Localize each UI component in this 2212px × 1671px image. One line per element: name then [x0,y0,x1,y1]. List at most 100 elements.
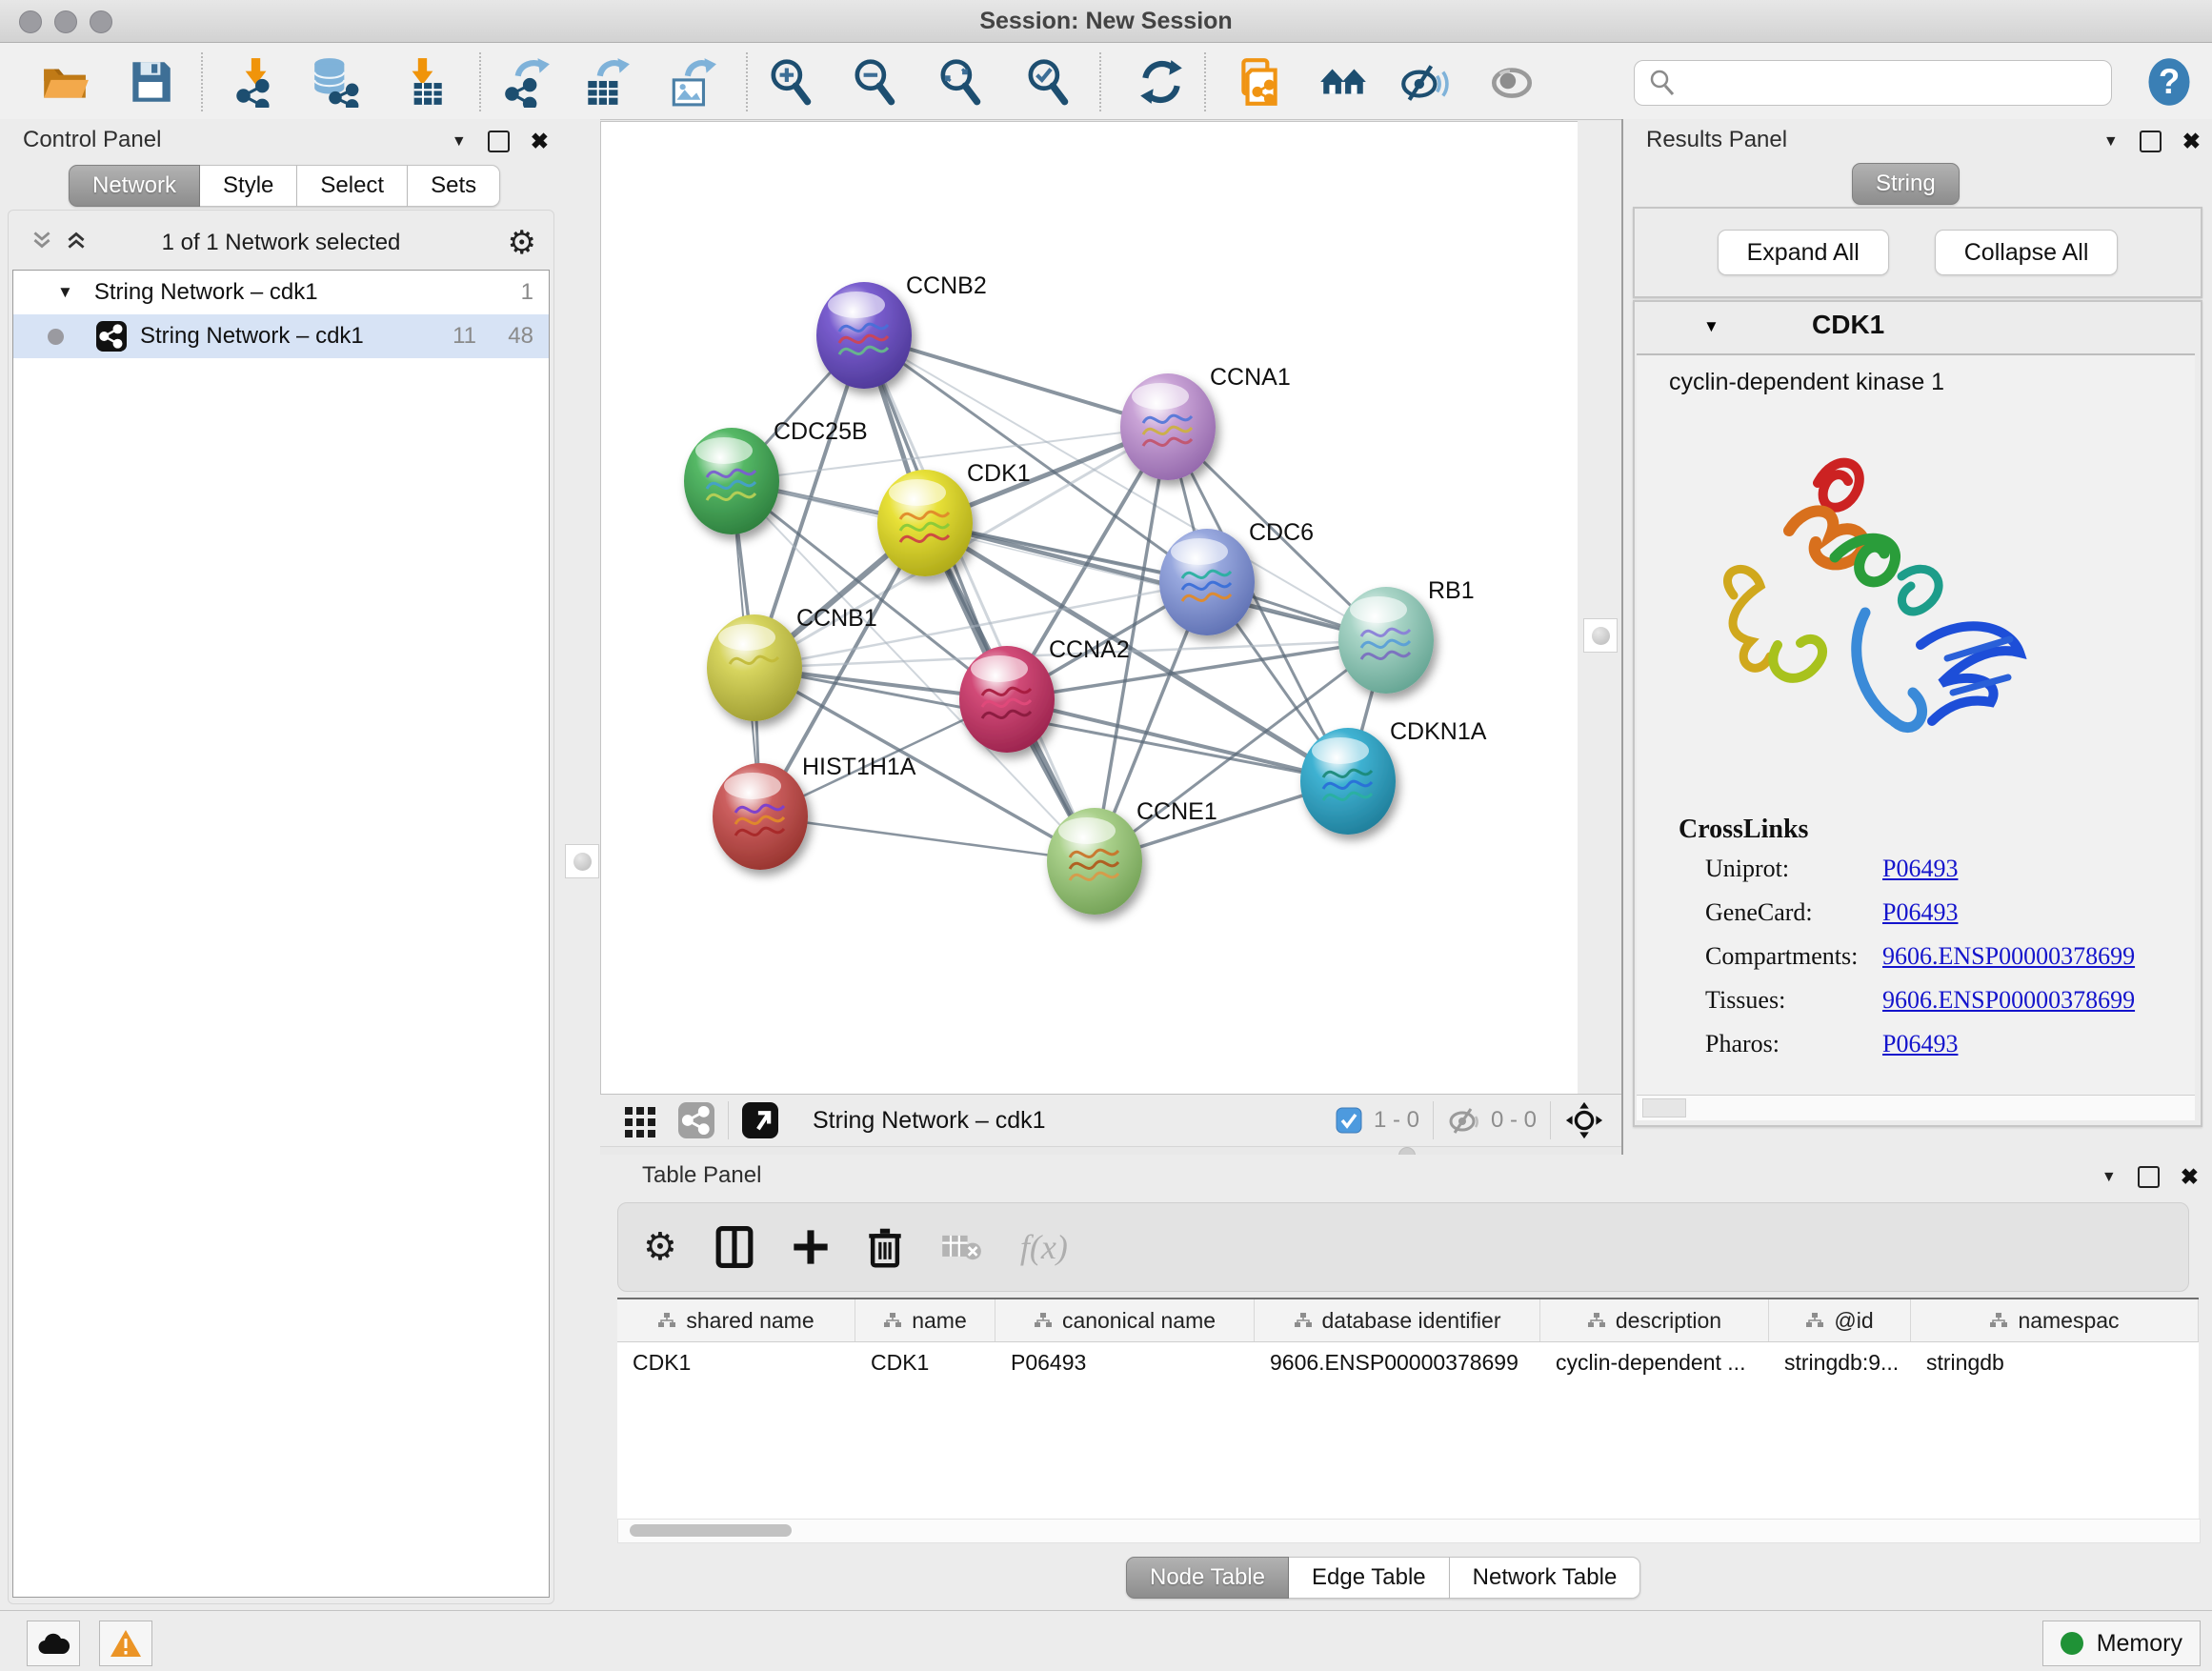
zoom-selected-button[interactable] [1020,54,1076,110]
network-share-icon-gray[interactable] [678,1102,714,1138]
birds-eye-grid-icon[interactable] [623,1103,657,1137]
zoom-in-button[interactable] [763,54,818,110]
network-node-ccna2[interactable] [959,646,1055,753]
glass-effect-button[interactable] [1396,54,1451,110]
crosslink-link[interactable]: 9606.ENSP00000378699 [1882,942,2135,971]
save-session-button[interactable] [123,54,178,110]
column-header-shared-name[interactable]: shared name [617,1299,855,1341]
add-column-plus-icon[interactable] [792,1228,830,1266]
fit-content-crosshair-icon[interactable] [1564,1100,1604,1140]
table-cell[interactable]: cyclin-dependent ... [1540,1342,1769,1382]
open-file-button[interactable] [37,54,92,110]
string-network-graph[interactable]: CCNB2CCNA1CDC25BCDK1CDC6RB1CCNB1CCNA2CDK… [601,122,1578,1095]
column-header-description[interactable]: description [1540,1299,1769,1341]
column-header--id[interactable]: @id [1769,1299,1911,1341]
status-bar: Memory [0,1610,2212,1671]
column-header-canonical-name[interactable]: canonical name [995,1299,1255,1341]
search-input[interactable] [1684,65,2098,99]
tab-style[interactable]: Style [200,165,297,207]
results-scroll-thumb[interactable] [1642,1098,1686,1117]
network-edge[interactable] [760,816,1095,861]
panel-close-icon[interactable]: ✖ [2182,129,2201,154]
table-cell[interactable]: stringdb [1911,1342,2199,1382]
tab-edge-table[interactable]: Edge Table [1289,1557,1450,1599]
column-header-namespac[interactable]: namespac [1911,1299,2199,1341]
panel-menu-icon[interactable]: ▼ [452,133,467,151]
network-node-cdkn1a[interactable] [1300,728,1396,835]
show-columns-icon[interactable] [715,1226,754,1268]
network-node-ccnb1[interactable] [707,614,802,721]
open-in-window-icon[interactable] [742,1102,778,1138]
show-graphics-button[interactable] [1484,54,1539,110]
tab-node-table[interactable]: Node Table [1126,1557,1289,1599]
network-tree-root-row[interactable]: ▼ String Network – cdk1 1 [13,271,549,314]
panel-float-icon[interactable] [488,131,510,152]
memory-button[interactable]: Memory [2042,1621,2201,1666]
column-header-name[interactable]: name [855,1299,995,1341]
import-table-button[interactable] [395,54,451,110]
export-table-button[interactable] [578,54,633,110]
string-home-button[interactable] [1316,54,1371,110]
panel-menu-icon[interactable]: ▼ [2101,1169,2117,1186]
network-node-ccna1[interactable] [1120,373,1216,480]
gear-icon[interactable]: ⚙ [508,224,536,262]
tab-sets[interactable]: Sets [408,165,500,207]
crosslink-link[interactable]: P06493 [1882,855,1958,883]
network-tree-child-row[interactable]: String Network – cdk1 11 48 [13,314,549,358]
network-node-ccnb2[interactable] [816,282,912,389]
panel-float-icon[interactable] [2138,1166,2160,1188]
column-header-database-identifier[interactable]: database identifier [1255,1299,1540,1341]
table-horizontal-scrollbar[interactable] [617,1519,2201,1543]
expand-all-button[interactable]: Expand All [1718,230,1889,275]
crosslink-link[interactable]: 9606.ENSP00000378699 [1882,986,2135,1015]
table-cell[interactable]: P06493 [995,1342,1255,1382]
zoom-out-button[interactable] [847,54,902,110]
export-network-button[interactable] [498,54,553,110]
crosslink-link[interactable]: P06493 [1882,1030,1958,1058]
panel-menu-icon[interactable]: ▼ [2103,133,2119,151]
network-node-ccne1[interactable] [1047,808,1142,915]
right-splitter[interactable] [1578,121,1621,1094]
network-edge[interactable] [1007,699,1348,781]
selected-checkbox-icon[interactable] [1336,1107,1362,1134]
table-row[interactable]: CDK1CDK1P064939606.ENSP00000378699cyclin… [617,1342,2199,1382]
table-cell[interactable]: CDK1 [617,1342,855,1382]
import-network-button[interactable] [228,54,283,110]
tab-network-table[interactable]: Network Table [1450,1557,1641,1599]
section-collapse-icon[interactable]: ▼ [1703,317,1719,336]
warnings-button[interactable] [99,1621,152,1666]
network-edge[interactable] [864,335,1095,861]
network-node-cdk1[interactable] [877,470,973,576]
apply-layout-button[interactable] [1134,54,1189,110]
table-cell[interactable]: CDK1 [855,1342,995,1382]
table-scroll-thumb[interactable] [630,1524,792,1537]
splitter-handle[interactable] [565,844,599,878]
panel-float-icon[interactable] [2140,131,2162,152]
table-cell[interactable]: 9606.ENSP00000378699 [1255,1342,1540,1382]
delete-column-trash-icon[interactable] [868,1226,902,1268]
tab-select[interactable]: Select [297,165,408,207]
panel-close-icon[interactable]: ✖ [531,129,549,154]
network-node-cdc25b[interactable] [684,428,779,534]
help-button[interactable]: ? [2142,54,2197,110]
table-cell[interactable]: stringdb:9... [1769,1342,1911,1382]
panel-close-icon[interactable]: ✖ [2181,1164,2199,1190]
network-view-canvas[interactable]: CCNB2CCNA1CDC25BCDK1CDC6RB1CCNB1CCNA2CDK… [600,121,1579,1096]
import-network-from-database-button[interactable] [308,54,363,110]
network-node-hist1h1a[interactable] [713,763,808,870]
left-splitter[interactable] [562,119,600,1610]
tree-expander-icon[interactable]: ▼ [57,283,73,302]
network-node-cdc6[interactable] [1159,529,1255,635]
splitter-handle[interactable] [1583,618,1618,653]
collapse-all-button[interactable]: Collapse All [1935,230,2119,275]
zoom-fit-button[interactable] [933,54,988,110]
cloud-status-button[interactable] [27,1621,80,1666]
crosslink-link[interactable]: P06493 [1882,898,1958,927]
network-node-rb1[interactable] [1338,587,1434,694]
results-scrollbar[interactable] [1637,1095,2195,1120]
export-image-button[interactable] [664,54,719,110]
clone-network-button[interactable] [1232,54,1287,110]
table-settings-gear-icon[interactable]: ⚙ [643,1225,677,1269]
tab-string[interactable]: String [1852,163,1960,205]
tab-network[interactable]: Network [69,165,200,207]
